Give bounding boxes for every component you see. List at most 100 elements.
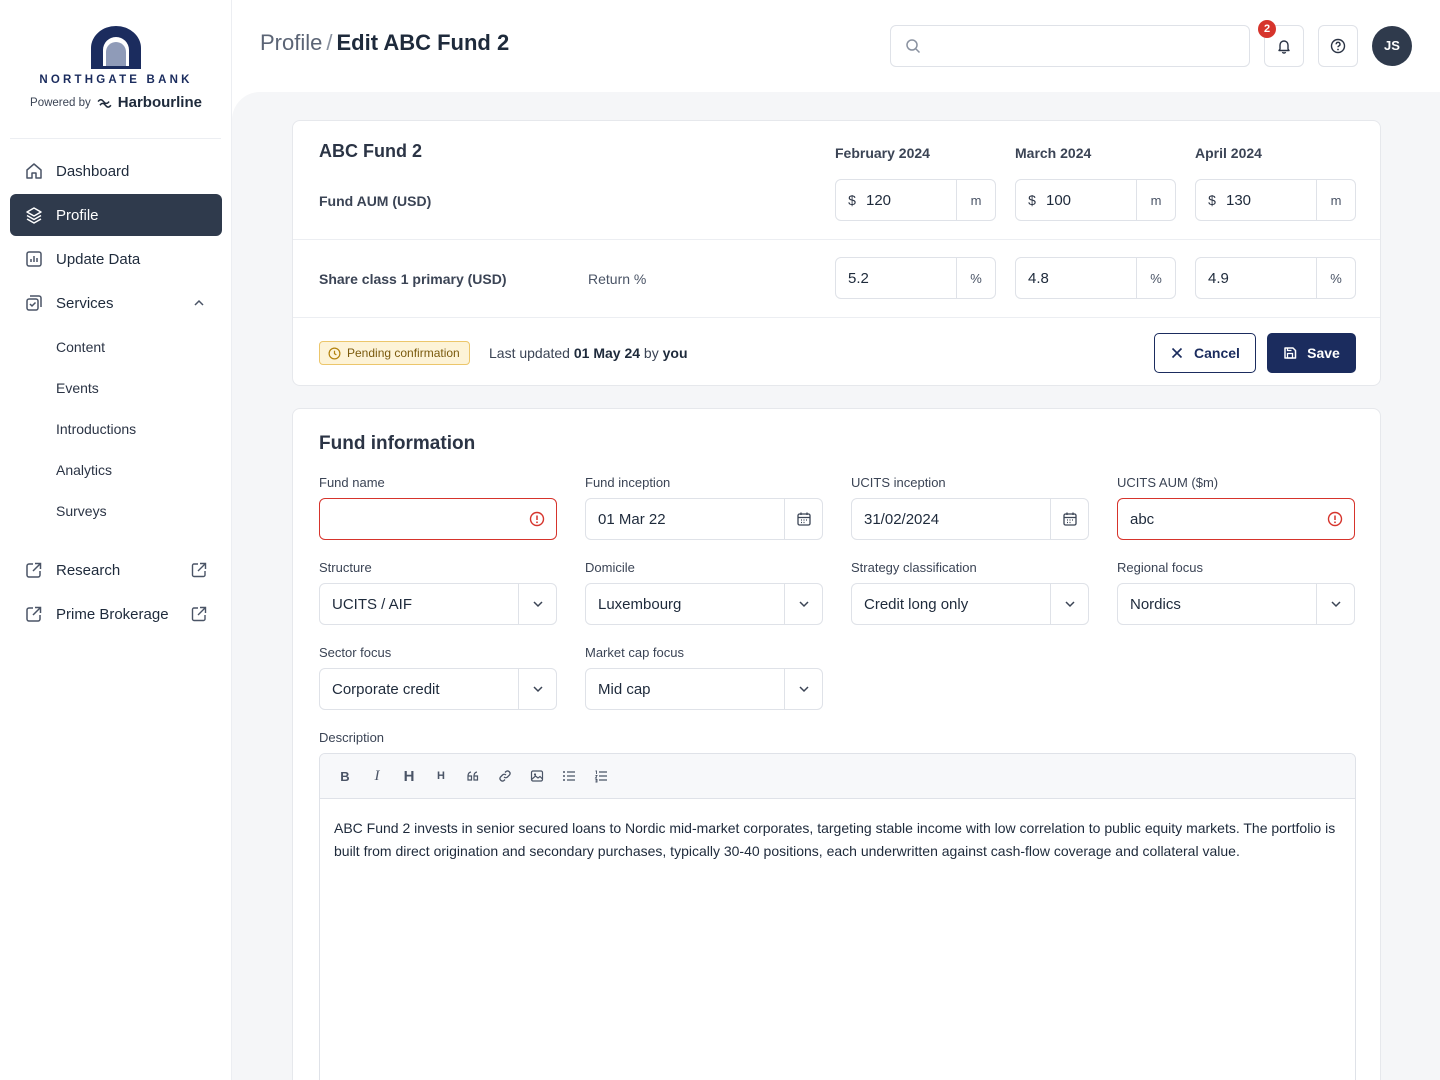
help-icon [1330, 38, 1346, 54]
external-link-icon [190, 605, 208, 623]
last-updated-prefix: Last updated [489, 345, 570, 361]
bank-logo-icon[interactable] [89, 26, 143, 70]
chevron-up-icon[interactable] [190, 294, 208, 312]
numbered-list-icon[interactable] [592, 767, 610, 785]
sidebar-subitem-analytics[interactable]: Analytics [10, 449, 222, 490]
chevron-down-icon[interactable] [1050, 584, 1088, 624]
clock-icon [328, 347, 341, 359]
return-value: 4.8 [1028, 269, 1049, 287]
regional-focus-label: Regional focus [1117, 560, 1203, 575]
aum-input-mar[interactable]: $ 100 m [1015, 179, 1176, 221]
sidebar-item-label: Update Data [56, 250, 141, 268]
sector-focus-select[interactable]: Corporate credit [319, 668, 557, 710]
sidebar-subitem-events[interactable]: Events [10, 367, 222, 408]
fund-name-field[interactable] [319, 498, 557, 540]
heading-1-icon[interactable]: H [400, 767, 418, 785]
sidebar-item-research[interactable]: Research [10, 549, 222, 591]
fund-inception-field[interactable]: 01 Mar 22 [585, 498, 823, 540]
structure-value: UCITS / AIF [332, 595, 413, 613]
market-cap-select[interactable]: Mid cap [585, 668, 823, 710]
bank-name: NORTHGATE BANK [39, 74, 193, 86]
cancel-button[interactable]: Cancel [1154, 333, 1256, 373]
sidebar-item-services[interactable]: Services [10, 282, 222, 324]
sidebar-item-update-data[interactable]: Update Data [10, 238, 222, 280]
italic-icon[interactable]: I [368, 767, 386, 785]
regional-focus-select[interactable]: Nordics [1117, 583, 1355, 625]
chevron-down-icon[interactable] [518, 584, 556, 624]
sidebar-divider [10, 138, 221, 139]
description-editor[interactable]: B I H H ABC Fund 2 invests in senior sec… [319, 753, 1356, 1080]
bold-icon[interactable]: B [336, 767, 354, 785]
heading-2-icon[interactable]: H [432, 767, 450, 785]
ucits-aum-field[interactable]: abc [1117, 498, 1355, 540]
unit-suffix: m [1316, 180, 1355, 220]
ucits-inception-field[interactable]: 31/02/2024 [851, 498, 1089, 540]
regional-focus-value: Nordics [1130, 595, 1181, 613]
main-content: ABC Fund 2 February 2024 March 2024 Apri… [232, 92, 1440, 1080]
bullet-list-icon[interactable] [560, 767, 578, 785]
chevron-down-icon[interactable] [1316, 584, 1354, 624]
aum-input-apr[interactable]: $ 130 m [1195, 179, 1356, 221]
breadcrumb-parent[interactable]: Profile [260, 30, 322, 55]
unit-suffix: m [956, 180, 995, 220]
sidebar-subitem-content[interactable]: Content [10, 326, 222, 367]
notification-badge: 2 [1258, 20, 1276, 38]
return-input-feb[interactable]: 5.2 % [835, 257, 996, 299]
aum-input-feb[interactable]: $ 120 m [835, 179, 996, 221]
sidebar-item-label: Research [56, 561, 121, 579]
chevron-down-icon[interactable] [784, 669, 822, 709]
sidebar-item-prime-brokerage[interactable]: Prime Brokerage [10, 593, 222, 635]
top-header: Profile / Edit ABC Fund 2 2 JS [232, 0, 1440, 92]
services-icon [24, 293, 44, 313]
return-input-apr[interactable]: 4.9 % [1195, 257, 1356, 299]
last-updated: Last updated 01 May 24 by you [489, 345, 688, 361]
strategy-select[interactable]: Credit long only [851, 583, 1089, 625]
section-title: Fund information [319, 433, 476, 454]
sidebar-item-label: Services [56, 294, 114, 312]
fund-information-card: Fund information Fund name Fund inceptio… [292, 408, 1381, 1080]
avatar[interactable]: JS [1372, 26, 1412, 66]
save-button[interactable]: Save [1267, 333, 1356, 373]
chart-icon [24, 249, 44, 269]
sector-focus-label: Sector focus [319, 645, 392, 660]
sidebar-item-profile[interactable]: Profile [10, 194, 222, 236]
currency-prefix: $ [848, 192, 856, 208]
link-icon[interactable] [496, 767, 514, 785]
fund-inception-value: 01 Mar 22 [598, 510, 666, 528]
percent-suffix: % [1136, 258, 1175, 298]
sidebar-subitem-introductions[interactable]: Introductions [10, 408, 222, 449]
error-icon [1316, 499, 1354, 539]
help-button[interactable] [1318, 25, 1358, 67]
last-updated-date: 01 May 24 [573, 345, 641, 361]
image-icon[interactable] [528, 767, 546, 785]
month-header: March 2024 [1015, 145, 1092, 161]
notifications-button[interactable]: 2 [1258, 20, 1304, 67]
ucits-aum-label: UCITS AUM ($m) [1117, 475, 1219, 490]
chevron-down-icon[interactable] [784, 584, 822, 624]
chevron-down-icon[interactable] [518, 669, 556, 709]
sidebar-subitem-surveys[interactable]: Surveys [10, 490, 222, 531]
error-icon [518, 499, 556, 539]
return-input-mar[interactable]: 4.8 % [1015, 257, 1176, 299]
status-badge: Pending confirmation [319, 341, 470, 365]
save-icon [1284, 347, 1297, 359]
sidebar-item-dashboard[interactable]: Dashboard [10, 150, 222, 192]
market-cap-value: Mid cap [598, 680, 651, 698]
search-icon [905, 38, 921, 54]
ucits-inception-value: 31/02/2024 [864, 510, 940, 528]
quote-icon[interactable] [464, 767, 482, 785]
calendar-icon[interactable] [784, 499, 822, 539]
percent-suffix: % [1316, 258, 1355, 298]
structure-select[interactable]: UCITS / AIF [319, 583, 557, 625]
calendar-icon[interactable] [1050, 499, 1088, 539]
domicile-select[interactable]: Luxembourg [585, 583, 823, 625]
share-class-label: Share class 1 primary (USD) [319, 271, 507, 287]
powered-label: Powered by [30, 96, 91, 109]
external-link-icon [190, 561, 208, 579]
fund-name-label: Fund name [319, 475, 385, 490]
editor-toolbar: B I H H [320, 754, 1355, 799]
description-text[interactable]: ABC Fund 2 invests in senior secured loa… [320, 799, 1355, 881]
month-header: February 2024 [835, 145, 930, 161]
search-input[interactable] [890, 25, 1250, 67]
market-cap-label: Market cap focus [585, 645, 684, 660]
